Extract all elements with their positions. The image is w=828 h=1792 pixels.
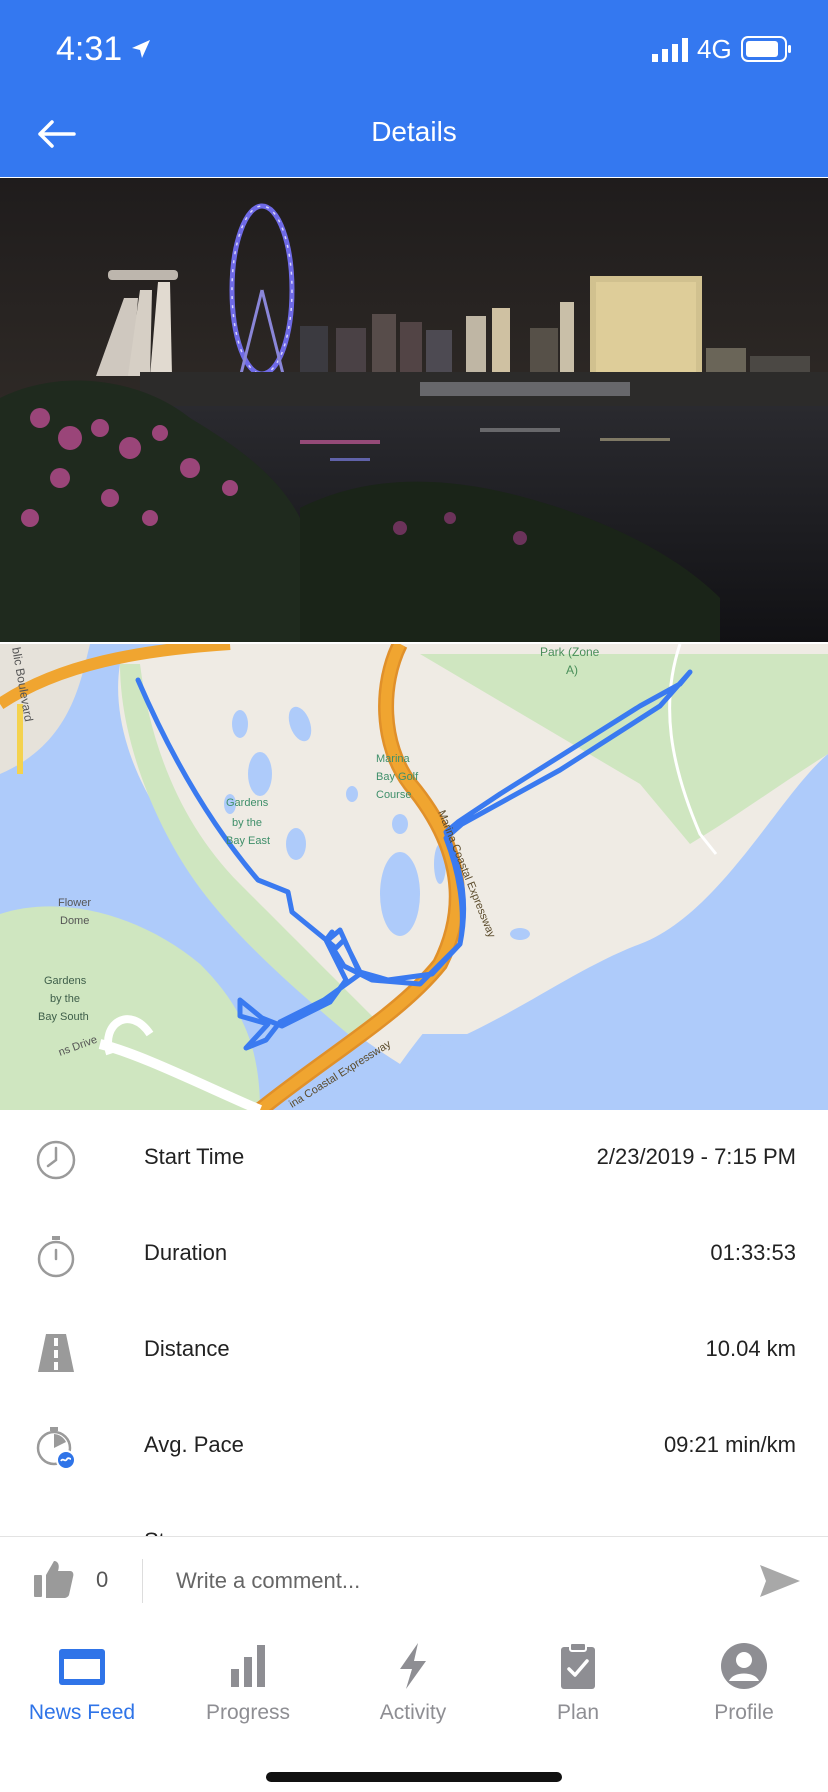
map-label-gardens-east-3: Bay East [226, 835, 270, 847]
signal-icon [652, 38, 688, 62]
map-label-golf-2: Bay Golf [376, 771, 419, 783]
clock-icon [36, 1140, 76, 1180]
tab-bar: News Feed Progress Activity Plan Profile [0, 1625, 828, 1792]
profile-icon [721, 1643, 767, 1689]
pace-icon [36, 1427, 76, 1470]
activity-stats: Start Time 2/23/2019 - 7:15 PM Duration … [0, 1110, 828, 1536]
divider [142, 1559, 143, 1603]
road-icon [38, 1334, 74, 1372]
stat-row-distance: Distance 10.04 km [0, 1302, 828, 1398]
tab-label: News Feed [28, 1701, 136, 1724]
network-type: 4G [697, 34, 732, 64]
stat-label: Avg. Pace [144, 1432, 244, 1457]
lightning-icon [400, 1643, 426, 1689]
map-label-park-zone-2: A) [566, 663, 578, 677]
like-count: 0 [96, 1567, 109, 1592]
stat-value: 09:21 min/km [663, 1432, 796, 1457]
page-title: Details [371, 116, 457, 147]
clipboard-icon [561, 1642, 595, 1689]
tab-progress[interactable]: Progress [178, 1641, 318, 1741]
tab-label: Progress [205, 1701, 291, 1724]
status-time: 4:31 [56, 30, 123, 68]
home-indicator[interactable] [266, 1772, 562, 1782]
map-label-gardens-east: Gardens [226, 797, 269, 809]
map-label-gardens-east-2: by the [232, 817, 262, 829]
comment-bar: 0 [0, 1536, 828, 1626]
map-label-gardens-south-2: by the [50, 993, 80, 1005]
stopwatch-icon [37, 1236, 75, 1278]
bar-chart-icon [231, 1645, 265, 1687]
news-feed-icon [59, 1649, 105, 1685]
stat-value: 10.04 km [705, 1336, 797, 1361]
tab-profile[interactable]: Profile [674, 1641, 814, 1741]
stat-row-start-time: Start Time 2/23/2019 - 7:15 PM [0, 1110, 828, 1206]
map-label-gardens-south-3: Bay South [38, 1011, 89, 1023]
tab-label: Profile [714, 1701, 774, 1724]
comment-input[interactable] [160, 1553, 752, 1609]
thumbs-up-icon[interactable] [32, 1557, 74, 1601]
tab-label: Plan [556, 1701, 600, 1724]
map-label-flower-dome-2: Dome [60, 915, 89, 927]
send-icon[interactable] [758, 1563, 802, 1599]
tab-label: Activity [379, 1701, 447, 1724]
stat-label: Distance [144, 1336, 230, 1361]
stat-label-cut: Steps [144, 1528, 200, 1536]
tab-activity[interactable]: Activity [343, 1641, 483, 1741]
map-label-gardens-south: Gardens [44, 975, 87, 987]
header-bar: 4:31 4G Details [0, 0, 828, 177]
stat-label: Start Time [144, 1144, 245, 1169]
stat-row-avg-pace: Avg. Pace 09:21 min/km [0, 1398, 828, 1494]
battery-icon [741, 36, 791, 62]
map-label-park-zone: Park (Zone [540, 645, 600, 659]
map-label-golf: Marina [376, 753, 411, 765]
map-label-golf-3: Course [376, 789, 411, 801]
stat-row-duration: Duration 01:33:53 [0, 1206, 828, 1302]
location-arrow-icon [132, 40, 150, 58]
stat-value: 01:33:53 [710, 1240, 796, 1265]
tab-plan[interactable]: Plan [508, 1641, 648, 1741]
route-map[interactable]: blic Boulevard Park (Zone A) Marina Bay … [0, 644, 828, 1110]
map-label-flower-dome: Flower [58, 897, 91, 909]
tab-news-feed[interactable]: News Feed [12, 1641, 152, 1741]
stat-value: 2/23/2019 - 7:15 PM [596, 1144, 796, 1169]
stat-label: Duration [144, 1240, 228, 1265]
activity-photo [0, 178, 828, 642]
